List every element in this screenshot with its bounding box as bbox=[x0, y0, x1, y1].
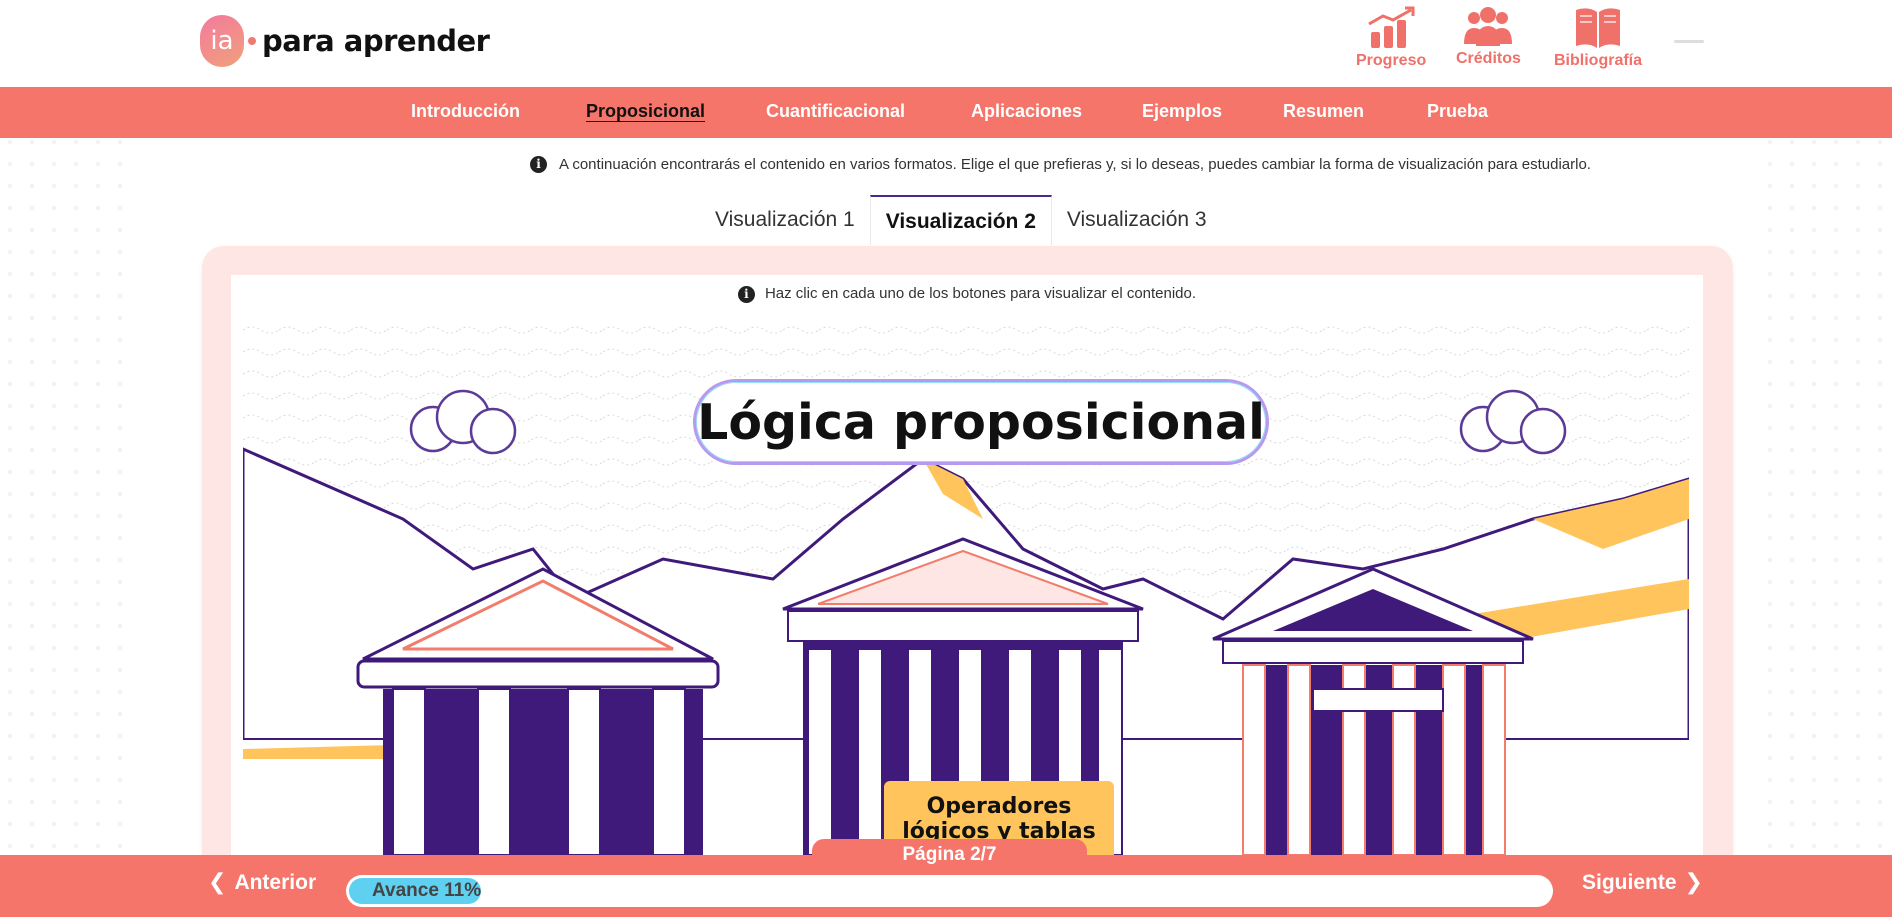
tab-visualizacion-1[interactable]: Visualización 1 bbox=[700, 195, 870, 245]
chevron-right-icon: ❯ bbox=[1684, 870, 1703, 895]
siguiente-button[interactable]: Siguiente ❯ bbox=[1582, 870, 1711, 895]
info-text: A continuación encontrarás el contenido … bbox=[559, 156, 1591, 173]
logo-text: para aprender bbox=[262, 24, 490, 58]
creditos-button[interactable]: Créditos bbox=[1456, 4, 1521, 68]
siguiente-label: Siguiente bbox=[1582, 870, 1677, 894]
book-icon bbox=[1576, 8, 1620, 48]
inner-info-message: i Haz clic en cada uno de los botones par… bbox=[231, 285, 1703, 303]
users-icon bbox=[1464, 7, 1513, 46]
nav-introduccion[interactable]: Introducción bbox=[411, 101, 520, 122]
tab-visualizacion-3[interactable]: Visualización 3 bbox=[1052, 195, 1222, 245]
content-frame: i Haz clic en cada uno de los botones par… bbox=[202, 246, 1733, 855]
nav-aplicaciones[interactable]: Aplicaciones bbox=[971, 101, 1082, 122]
bibliografia-button[interactable]: Bibliografía bbox=[1554, 4, 1642, 70]
nav-cuantificacional[interactable]: Cuantificacional bbox=[766, 101, 905, 122]
page-indicator: Página 2/7 bbox=[812, 839, 1087, 871]
anterior-label: Anterior bbox=[234, 870, 317, 894]
main-nav: Introducción Proposicional Cuantificacio… bbox=[0, 87, 1892, 138]
scene-title: Lógica proposicional bbox=[693, 379, 1269, 465]
nav-resumen[interactable]: Resumen bbox=[1283, 101, 1364, 122]
progress-bar: Avance 11% bbox=[346, 875, 1553, 907]
info-icon: i bbox=[737, 286, 755, 303]
logo-badge: ia bbox=[200, 15, 244, 67]
anterior-button[interactable]: ❮ Anterior bbox=[200, 870, 316, 895]
menu-dash[interactable] bbox=[1674, 40, 1704, 43]
progreso-button[interactable]: Progreso bbox=[1356, 4, 1426, 70]
info-message: i A continuación encontrarás el contenid… bbox=[530, 156, 1591, 173]
chart-up-icon bbox=[1368, 6, 1415, 48]
chevron-left-icon: ❮ bbox=[208, 870, 227, 895]
nav-proposicional[interactable]: Proposicional bbox=[586, 101, 705, 122]
progress-label: Avance 11% bbox=[372, 880, 482, 901]
content-area: i A continuación encontrarás el contenid… bbox=[135, 138, 1757, 855]
info-icon: i bbox=[530, 156, 547, 173]
nav-ejemplos[interactable]: Ejemplos bbox=[1142, 101, 1222, 122]
top-header: ia para aprender Progreso Créditos Bibli… bbox=[0, 0, 1892, 87]
illustration-scene: Lógica proposicional Operadores lógicos … bbox=[241, 319, 1691, 855]
bibliografia-label: Bibliografía bbox=[1554, 52, 1643, 69]
inner-info-text: Haz clic en cada uno de los botones para… bbox=[764, 285, 1197, 302]
creditos-label: Créditos bbox=[1456, 50, 1521, 67]
progreso-label: Progreso bbox=[1356, 52, 1427, 69]
content-panel: i Haz clic en cada uno de los botones par… bbox=[231, 275, 1703, 855]
logo-dot bbox=[248, 37, 256, 45]
logo[interactable]: ia para aprender bbox=[200, 15, 490, 67]
nav-prueba[interactable]: Prueba bbox=[1427, 101, 1488, 122]
visualization-tabs: Visualización 1 Visualización 2 Visualiz… bbox=[700, 195, 1222, 245]
tab-visualizacion-2[interactable]: Visualización 2 bbox=[869, 195, 1052, 245]
